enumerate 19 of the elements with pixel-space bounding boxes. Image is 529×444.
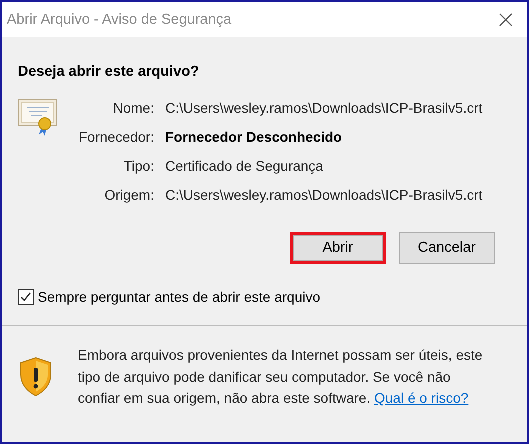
field-value: Fornecedor Desconhecido — [165, 129, 344, 145]
certificate-icon — [18, 99, 58, 137]
close-icon — [499, 12, 513, 26]
field-value: Certificado de Segurança — [165, 158, 324, 174]
warning-message: Embora arquivos provenientes da Internet possam ser úteis, este tipo de arquivo pode danificar seu computador. Se você não confiar em sua origem, não abra este software. Qual é o risco? — [78, 346, 484, 408]
cancel-button[interactable]: Cancelar — [399, 232, 495, 264]
checkbox-label: Sempre perguntar antes de abrir este arquivo — [38, 289, 320, 305]
field-label: Nome: — [112, 100, 154, 116]
field-label: Origem: — [104, 187, 154, 203]
dialog-heading: Deseja abrir este arquivo? — [18, 64, 200, 80]
window-title: Abrir Arquivo - Aviso de Segurança — [7, 12, 232, 28]
checkbox[interactable] — [18, 289, 34, 305]
field-value: C:\Users\wesley.ramos\Downloads\ICP-Brasilv5.crt — [165, 187, 483, 203]
warning-shield-icon — [19, 357, 53, 398]
risk-link[interactable]: Qual é o risco? — [374, 390, 469, 406]
field-label: Fornecedor: — [79, 129, 154, 145]
open-button[interactable]: Abrir — [290, 232, 386, 264]
field-label: Tipo: — [122, 158, 154, 174]
field-value: C:\Users\wesley.ramos\Downloads\ICP-Brasilv5.crt — [165, 100, 483, 116]
